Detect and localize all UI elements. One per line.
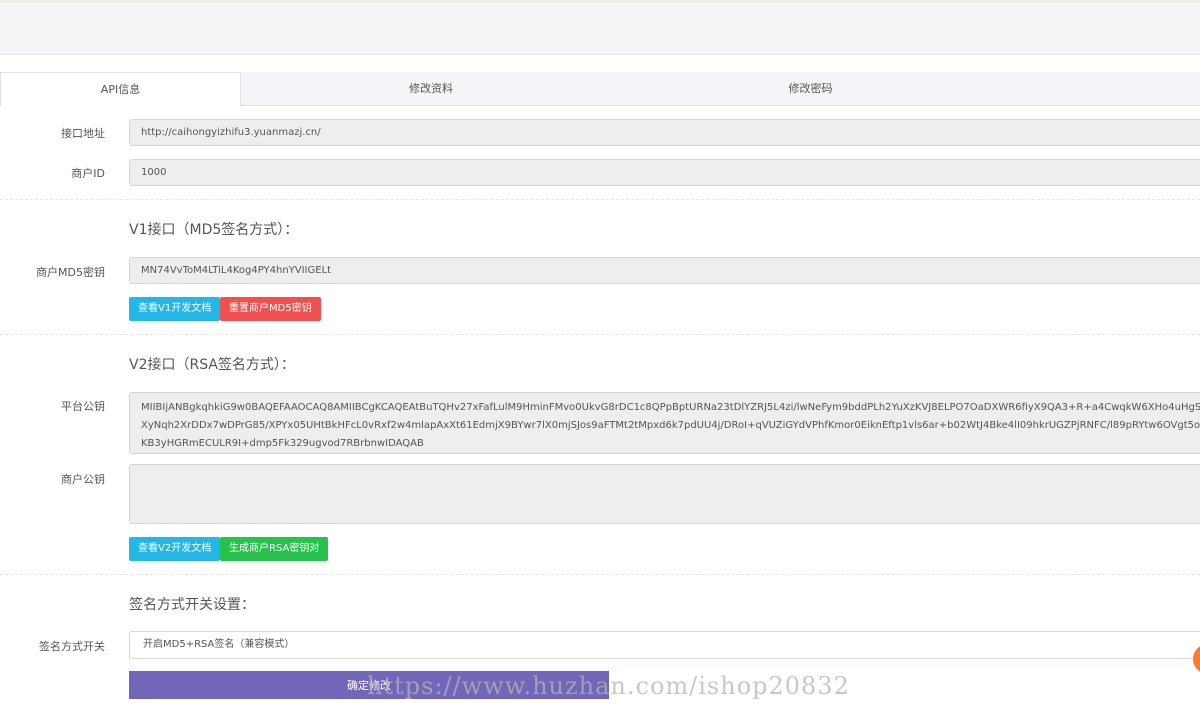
- v1-section-title: V1接口（MD5签名方式）：: [129, 222, 299, 238]
- v2-section-title: V2接口（RSA签名方式）：: [129, 357, 295, 373]
- merchant-id-label: 商户ID: [71, 167, 105, 180]
- top-header-bar: [0, 0, 1200, 55]
- api-url-label: 接口地址: [61, 127, 105, 140]
- tab-edit-profile[interactable]: 修改资料: [241, 72, 621, 106]
- md5-key-field[interactable]: MN74VvToM4LTiL4Kog4PY4hnYVIIGELt: [129, 257, 1200, 284]
- api-url-field[interactable]: http://caihongyizhifu3.yuanmazj.cn/: [129, 119, 1200, 146]
- sign-mode-select[interactable]: 开启MD5+RSA签名（兼容模式）: [129, 631, 1200, 659]
- generate-rsa-keypair-button[interactable]: 生成商户RSA密钥对: [220, 537, 329, 561]
- merchant-id-field[interactable]: 1000: [129, 159, 1200, 186]
- merchant-public-key-field[interactable]: [129, 464, 1200, 524]
- section-divider: [0, 574, 1200, 575]
- tab-change-password[interactable]: 修改密码: [621, 72, 1000, 106]
- tab-api-info[interactable]: API信息: [0, 72, 241, 107]
- submit-button[interactable]: 确定修改: [129, 671, 609, 699]
- v1-docs-button[interactable]: 查看V1开发文档: [129, 297, 221, 321]
- platform-public-key-field[interactable]: MIIBIjANBgkqhkiG9w0BAQEFAAOCAQ8AMIIBCgKC…: [129, 392, 1200, 454]
- section-divider: [0, 334, 1200, 335]
- md5-key-label: 商户MD5密钥: [36, 266, 105, 279]
- reset-md5-key-button[interactable]: 重置商户MD5密钥: [220, 297, 321, 321]
- sign-section-title: 签名方式开关设置：: [129, 597, 255, 613]
- section-divider: [0, 199, 1200, 200]
- platform-public-key-label: 平台公钥: [61, 400, 105, 413]
- tab-bar: API信息 修改资料 修改密码: [0, 72, 1200, 107]
- sign-switch-label: 签名方式开关: [39, 640, 105, 653]
- merchant-public-key-label: 商户公钥: [61, 473, 105, 486]
- v2-docs-button[interactable]: 查看V2开发文档: [129, 537, 221, 561]
